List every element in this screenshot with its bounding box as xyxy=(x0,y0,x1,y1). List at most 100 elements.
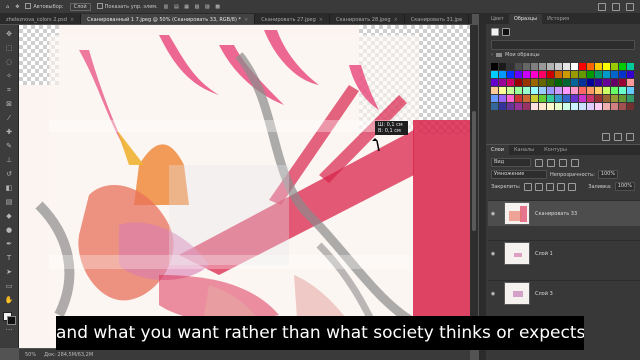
color-swatch[interactable] xyxy=(539,95,546,102)
align-icons[interactable]: ▥ ▤ ▦ ▧ ▨ ▩ xyxy=(164,4,222,10)
search-icon[interactable] xyxy=(598,2,606,11)
color-swatch[interactable] xyxy=(603,71,610,78)
stroke-swatch-icon[interactable] xyxy=(502,28,510,36)
tab-layers[interactable]: Слои xyxy=(486,145,509,155)
color-swatch[interactable] xyxy=(579,103,586,110)
color-swatch[interactable] xyxy=(595,95,602,102)
tab-color[interactable]: Цвет xyxy=(486,14,509,24)
color-swatch[interactable] xyxy=(563,71,570,78)
color-swatch[interactable] xyxy=(555,87,562,94)
color-swatch[interactable] xyxy=(595,63,602,70)
color-swatch[interactable] xyxy=(507,95,514,102)
color-swatch[interactable] xyxy=(499,71,506,78)
color-swatch[interactable] xyxy=(587,103,594,110)
tab-scan-31[interactable]: Сканировать 31.jpe xyxy=(405,14,470,24)
color-swatch[interactable] xyxy=(523,87,530,94)
fill-field[interactable]: 100% xyxy=(614,182,635,191)
color-swatch[interactable] xyxy=(563,79,570,86)
pen-tool-icon[interactable]: ✒ xyxy=(4,239,14,249)
color-swatch[interactable] xyxy=(539,63,546,70)
color-swatch[interactable] xyxy=(515,79,522,86)
quick-select-tool-icon[interactable]: ✧ xyxy=(4,71,14,81)
color-swatch[interactable] xyxy=(627,103,634,110)
tab-active-document[interactable]: Сканированный 1 7.jpeg @ 50% (Сканироват… xyxy=(81,14,256,24)
color-swatch[interactable] xyxy=(515,71,522,78)
color-swatch[interactable] xyxy=(611,79,618,86)
color-swatch[interactable] xyxy=(515,63,522,70)
close-icon[interactable]: × xyxy=(319,17,323,23)
color-swatch[interactable] xyxy=(547,87,554,94)
color-swatch[interactable] xyxy=(571,71,578,78)
color-swatch[interactable] xyxy=(619,63,626,70)
color-swatch[interactable] xyxy=(619,87,626,94)
color-swatch[interactable] xyxy=(579,87,586,94)
color-swatch[interactable] xyxy=(507,79,514,86)
color-swatch[interactable] xyxy=(515,103,522,110)
dodge-tool-icon[interactable]: ● xyxy=(4,225,14,235)
swatch-search-field[interactable] xyxy=(491,40,635,50)
color-swatch[interactable] xyxy=(603,87,610,94)
color-swatch[interactable] xyxy=(539,79,546,86)
close-icon[interactable]: × xyxy=(244,17,248,23)
color-swatch[interactable] xyxy=(491,63,498,70)
kind-filter-dropdown[interactable]: Вид xyxy=(491,158,531,167)
history-brush-tool-icon[interactable]: ↺ xyxy=(4,169,14,179)
color-swatch[interactable] xyxy=(523,79,530,86)
color-swatch[interactable] xyxy=(563,87,570,94)
canvas-vertical-scrollbar[interactable] xyxy=(470,25,478,348)
color-swatch[interactable] xyxy=(571,95,578,102)
tab-history[interactable]: История xyxy=(542,14,574,24)
color-swatch[interactable] xyxy=(539,87,546,94)
color-swatch[interactable] xyxy=(587,71,594,78)
color-swatch[interactable] xyxy=(499,63,506,70)
filter-type-icon[interactable] xyxy=(559,158,567,167)
color-swatch[interactable] xyxy=(563,95,570,102)
color-swatch[interactable] xyxy=(627,71,634,78)
color-swatch[interactable] xyxy=(603,95,610,102)
auto-select-dropdown[interactable]: Слой xyxy=(69,2,91,11)
color-swatch[interactable] xyxy=(555,103,562,110)
color-swatch[interactable] xyxy=(531,63,538,70)
move-tool-icon[interactable]: ✥ xyxy=(4,29,14,39)
lock-artboard-icon[interactable] xyxy=(556,182,565,191)
color-swatch[interactable] xyxy=(571,79,578,86)
gradient-tool-icon[interactable]: ▤ xyxy=(4,197,14,207)
color-swatch[interactable] xyxy=(619,71,626,78)
show-controls-checkbox[interactable]: Показать упр. элем. xyxy=(96,3,158,10)
color-swatch[interactable] xyxy=(603,79,610,86)
color-swatch[interactable] xyxy=(571,63,578,70)
close-icon[interactable]: × xyxy=(70,17,74,23)
lock-position-icon[interactable] xyxy=(545,182,554,191)
workspace-icon[interactable] xyxy=(612,2,620,11)
color-swatch[interactable] xyxy=(507,103,514,110)
lock-brush-icon[interactable] xyxy=(534,182,543,191)
eyedropper-tool-icon[interactable]: ⁄ xyxy=(4,113,14,123)
color-swatch[interactable] xyxy=(603,103,610,110)
marquee-tool-icon[interactable]: ⬚ xyxy=(4,43,14,53)
color-swatch[interactable] xyxy=(531,79,538,86)
home-icon[interactable]: ⌂ xyxy=(6,4,9,10)
color-swatch[interactable] xyxy=(547,79,554,86)
fill-swatch-icon[interactable] xyxy=(491,28,499,36)
document-canvas[interactable]: Ш: 0,1 см В: 0,1 см xyxy=(19,25,470,348)
color-swatch[interactable] xyxy=(523,71,530,78)
color-swatch[interactable] xyxy=(611,103,618,110)
color-swatch[interactable] xyxy=(547,63,554,70)
shape-tool-icon[interactable]: ▭ xyxy=(4,281,14,291)
tab-zheleznova-colors[interactable]: zheleznova_colors 2.psd × xyxy=(0,14,82,24)
color-swatch[interactable] xyxy=(595,87,602,94)
trash-icon[interactable] xyxy=(626,133,634,141)
blur-tool-icon[interactable]: ◆ xyxy=(4,211,14,221)
color-swatch[interactable] xyxy=(491,103,498,110)
color-swatch[interactable] xyxy=(619,79,626,86)
close-icon[interactable]: × xyxy=(394,17,398,23)
filter-pixel-icon[interactable] xyxy=(535,158,543,167)
color-swatch[interactable] xyxy=(555,63,562,70)
visibility-eye-icon[interactable]: ◉ xyxy=(488,291,498,297)
type-tool-icon[interactable]: T xyxy=(4,253,14,263)
opacity-field[interactable]: 100% xyxy=(597,170,619,179)
color-swatch[interactable] xyxy=(619,103,626,110)
lock-pixels-icon[interactable] xyxy=(523,182,532,191)
layer-row[interactable]: ◉ Слой 3 xyxy=(488,280,640,306)
color-swatch[interactable] xyxy=(523,103,530,110)
